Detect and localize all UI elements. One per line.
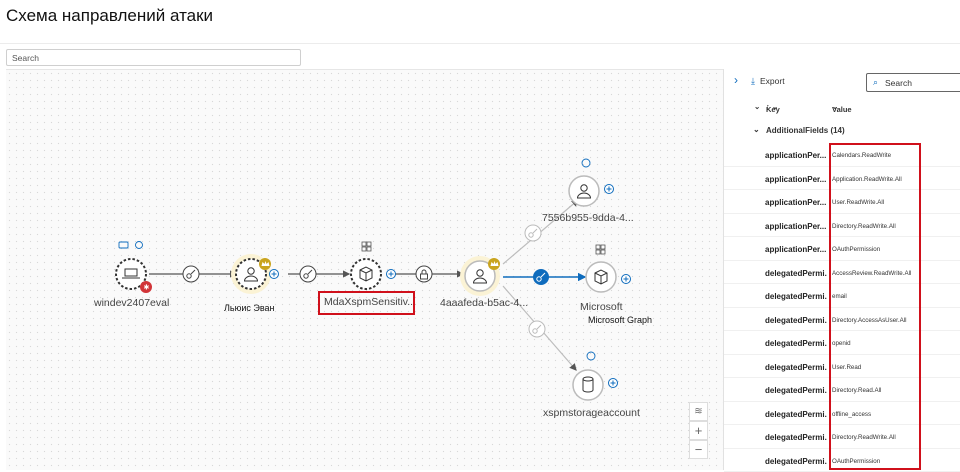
grid-icon xyxy=(596,245,605,254)
node-label-lewis: Льюис Эван xyxy=(224,303,275,313)
collapse-panel-icon[interactable]: › xyxy=(734,73,738,87)
vm-icon xyxy=(119,242,128,248)
grid-icon xyxy=(362,242,371,251)
zoom-in-button[interactable]: + xyxy=(689,421,708,440)
highlight-box-node xyxy=(318,291,415,315)
node-label-app: 4aaafeda-b5ac-4... xyxy=(440,297,528,309)
lock-icon[interactable] xyxy=(416,266,432,282)
chevron-down-icon: ⌄ xyxy=(753,125,760,134)
plus-icon[interactable] xyxy=(270,270,279,279)
node-label-graph-overlay: Microsoft Graph xyxy=(588,315,652,325)
row-key: applicationPer... xyxy=(765,245,827,254)
key-icon[interactable] xyxy=(183,266,199,282)
download-icon: ⤓ xyxy=(751,76,755,86)
table-header: ⌄ Key ↑ ⌄ Value ⌄ xyxy=(724,99,960,115)
row-key: delegatedPermi... xyxy=(765,386,827,395)
node-windev[interactable]: ✱ xyxy=(116,242,152,294)
panel-search-placeholder: Search xyxy=(885,78,912,88)
details-panel: › ⤓ Export ⌕ Search ⌄ Key ↑ ⌄ Value ⌄ ⌄ Ad… xyxy=(723,69,960,470)
row-key: delegatedPermi... xyxy=(765,457,827,466)
plus-icon[interactable] xyxy=(387,270,396,279)
link-icon xyxy=(587,352,595,360)
plus-icon[interactable] xyxy=(622,275,631,284)
col-value-header[interactable]: Value ⌄ xyxy=(832,102,838,111)
group-label: AdditionalFields (14) xyxy=(766,126,845,135)
node-graph[interactable] xyxy=(586,245,631,292)
row-key: applicationPer... xyxy=(765,175,827,184)
row-key: delegatedPermi... xyxy=(765,339,827,348)
key-icon[interactable] xyxy=(525,225,541,241)
highlight-box-values xyxy=(829,143,921,470)
row-key: applicationPer... xyxy=(765,222,827,231)
graph-search-input[interactable]: Search xyxy=(6,49,301,66)
row-key: applicationPer... xyxy=(765,198,827,207)
row-key: delegatedPermi... xyxy=(765,410,827,419)
row-key: delegatedPermi... xyxy=(765,292,827,301)
svg-text:✱: ✱ xyxy=(144,284,150,292)
zoom-out-button[interactable]: − xyxy=(689,440,708,459)
crown-icon xyxy=(488,258,500,270)
node-label-sp: 7556b955-9dda-4... xyxy=(542,212,634,224)
key-icon[interactable] xyxy=(533,269,549,285)
node-mda[interactable] xyxy=(351,242,396,289)
node-storage[interactable] xyxy=(573,352,618,400)
plus-icon[interactable] xyxy=(605,185,614,194)
row-key: delegatedPermi... xyxy=(765,269,827,278)
group-additional-fields[interactable]: ⌄ AdditionalFields (14) xyxy=(724,124,960,138)
row-key: delegatedPermi... xyxy=(765,363,827,372)
row-key: applicationPer... xyxy=(765,151,827,160)
export-label: Export xyxy=(760,76,785,86)
expand-all-icon[interactable]: ⌄ xyxy=(754,102,760,111)
search-icon: ⌕ xyxy=(873,77,878,88)
layers-icon[interactable]: ≋ xyxy=(689,402,708,421)
user-link-icon xyxy=(136,242,143,249)
node-label-storage: xspmstorageaccount xyxy=(543,407,640,419)
key-icon[interactable] xyxy=(529,321,545,337)
row-key: delegatedPermi... xyxy=(765,433,827,442)
link-icon xyxy=(582,159,590,167)
node-lewis[interactable] xyxy=(231,254,279,294)
col-key-header[interactable]: Key ↑ ⌄ xyxy=(766,102,778,111)
row-key: delegatedPermi... xyxy=(765,316,827,325)
node-label-windev: windev2407eval xyxy=(94,297,169,309)
attack-path-canvas[interactable]: ✱ xyxy=(6,69,723,470)
export-button[interactable]: ⤓ Export xyxy=(751,76,785,87)
crown-icon xyxy=(259,258,271,270)
panel-search-input[interactable]: ⌕ Search xyxy=(866,73,960,92)
node-app[interactable] xyxy=(460,256,500,296)
page-title: Схема направлений атаки xyxy=(6,6,213,26)
divider xyxy=(0,43,960,44)
key-icon[interactable] xyxy=(300,266,316,282)
node-sp[interactable] xyxy=(569,159,614,206)
plus-icon[interactable] xyxy=(609,379,618,388)
node-label-graph: Microsoft xyxy=(580,301,623,313)
